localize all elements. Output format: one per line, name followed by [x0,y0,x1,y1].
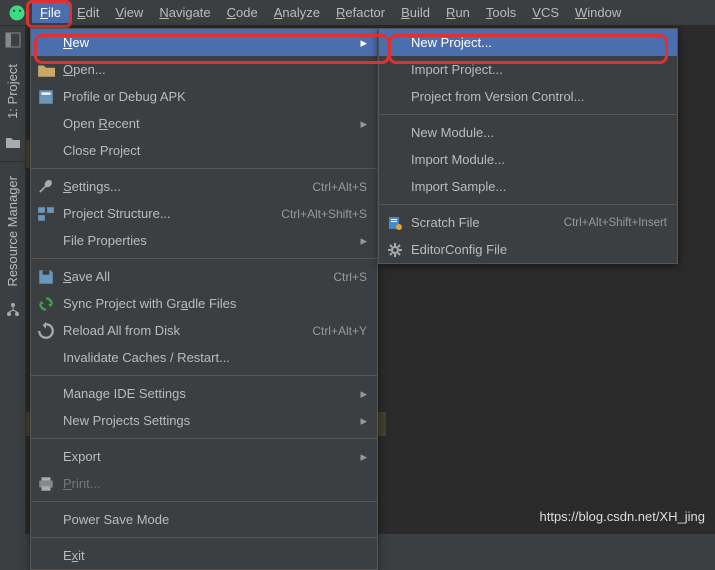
sidebar-project-tab[interactable]: 1: Project [2,54,23,129]
menu-project-structure-[interactable]: Project Structure... Ctrl+Alt+Shift+S [31,200,377,227]
reload-icon [37,322,55,340]
submenu-arrow-icon: ▸ [360,233,367,249]
menu-label: Print... [63,476,367,491]
submenu-scratch-file[interactable]: Scratch FileCtrl+Alt+Shift+Insert [379,209,677,236]
menu-label: Open... [63,62,367,77]
menu-label: New [63,35,352,50]
submenu-import-project-[interactable]: Import Project... [379,56,677,83]
submenu-label: EditorConfig File [411,242,667,257]
layout-icon[interactable] [5,32,21,48]
menu-export[interactable]: Export ▸ [31,443,377,470]
folder-icon [37,61,55,79]
submenu-label: Project from Version Control... [411,89,667,104]
menubar-window[interactable]: Window [567,2,629,23]
menu-invalidate-caches-restart-[interactable]: Invalidate Caches / Restart... [31,344,377,371]
submenu-label: New Project... [411,35,667,50]
menubar-run[interactable]: Run [438,2,478,23]
menu-close-project[interactable]: Close Project [31,137,377,164]
submenu-arrow-icon: ▸ [360,449,367,465]
menu-label: Invalidate Caches / Restart... [63,350,367,365]
menu-label: Sync Project with Gradle Files [63,296,367,311]
shortcut: Ctrl+Alt+S [312,180,367,194]
shortcut: Ctrl+Alt+Shift+S [281,207,367,221]
menu-label: Settings... [63,179,300,194]
menu-new[interactable]: New ▸ [31,29,377,56]
scratch-icon [387,215,403,231]
save-icon [37,268,55,286]
submenu-label: Import Project... [411,62,667,77]
folder-icon[interactable] [5,135,21,151]
submenu-label: New Module... [411,125,667,140]
submenu-new-module-[interactable]: New Module... [379,119,677,146]
menubar-vcs[interactable]: VCS [524,2,567,23]
structure-icon[interactable] [5,302,21,318]
submenu-label: Import Module... [411,152,667,167]
menu-label: Power Save Mode [63,512,367,527]
menubar-code[interactable]: Code [219,2,266,23]
menu-exit[interactable]: Exit [31,542,377,569]
submenu-arrow-icon: ▸ [360,386,367,402]
submenu-arrow-icon: ▸ [360,35,367,51]
menu-profile-or-debug-apk[interactable]: Profile or Debug APK [31,83,377,110]
menu-label: File Properties [63,233,352,248]
profile-icon [37,88,55,106]
shortcut: Ctrl+S [333,270,367,284]
menu-label: Save All [63,269,321,284]
menu-power-save-mode[interactable]: Power Save Mode [31,506,377,533]
menubar: FileEditViewNavigateCodeAnalyzeRefactorB… [0,0,715,26]
menu-label: Exit [63,548,367,563]
menubar-tools[interactable]: Tools [478,2,524,23]
menubar-build[interactable]: Build [393,2,438,23]
menubar-refactor[interactable]: Refactor [328,2,393,23]
submenu-editorconfig-file[interactable]: EditorConfig File [379,236,677,263]
sync-icon [37,295,55,313]
menu-print-: Print... [31,470,377,497]
menubar-edit[interactable]: Edit [69,2,107,23]
wrench-icon [37,178,55,196]
gear-icon [387,242,403,258]
menu-open-[interactable]: Open... [31,56,377,83]
menu-label: Manage IDE Settings [63,386,352,401]
submenu-new-project-[interactable]: New Project... [379,29,677,56]
submenu-project-from-version-control-[interactable]: Project from Version Control... [379,83,677,110]
submenu-label: Import Sample... [411,179,667,194]
menubar-navigate[interactable]: Navigate [151,2,218,23]
watermark: https://blog.csdn.net/XH_jing [540,509,706,524]
left-sidebar: 1: Project Resource Manager [0,26,26,534]
shortcut: Ctrl+Alt+Y [312,324,367,338]
submenu-arrow-icon: ▸ [360,116,367,132]
menubar-view[interactable]: View [107,2,151,23]
print-icon [37,475,55,493]
menu-label: Close Project [63,143,367,158]
submenu-label: Scratch File [411,215,564,230]
submenu-import-module-[interactable]: Import Module... [379,146,677,173]
sidebar-resource-manager-tab[interactable]: Resource Manager [2,166,23,297]
menu-label: Export [63,449,352,464]
submenu-arrow-icon: ▸ [360,413,367,429]
menu-label: Project Structure... [63,206,269,221]
shortcut: Ctrl+Alt+Shift+Insert [564,217,667,229]
app-logo-icon [8,4,26,22]
menu-save-all[interactable]: Save All Ctrl+S [31,263,377,290]
menu-label: New Projects Settings [63,413,352,428]
submenu-import-sample-[interactable]: Import Sample... [379,173,677,200]
menu-label: Profile or Debug APK [63,89,367,104]
menubar-analyze[interactable]: Analyze [266,2,328,23]
file-menu-dropdown: New ▸ Open... Profile or Debug APK Open Rece… [30,28,378,570]
new-submenu: New Project... Import Project... Project f… [378,28,678,264]
menu-label: Reload All from Disk [63,323,300,338]
menubar-file[interactable]: File [32,2,69,23]
menu-file-properties[interactable]: File Properties ▸ [31,227,377,254]
menu-settings-[interactable]: Settings... Ctrl+Alt+S [31,173,377,200]
menu-label: Open Recent [63,116,352,131]
menu-reload-all-from-disk[interactable]: Reload All from Disk Ctrl+Alt+Y [31,317,377,344]
menu-open-recent[interactable]: Open Recent ▸ [31,110,377,137]
menu-new-projects-settings[interactable]: New Projects Settings ▸ [31,407,377,434]
menu-sync-project-with-gradle-files[interactable]: Sync Project with Gradle Files [31,290,377,317]
structure-icon [37,205,55,223]
menu-manage-ide-settings[interactable]: Manage IDE Settings ▸ [31,380,377,407]
